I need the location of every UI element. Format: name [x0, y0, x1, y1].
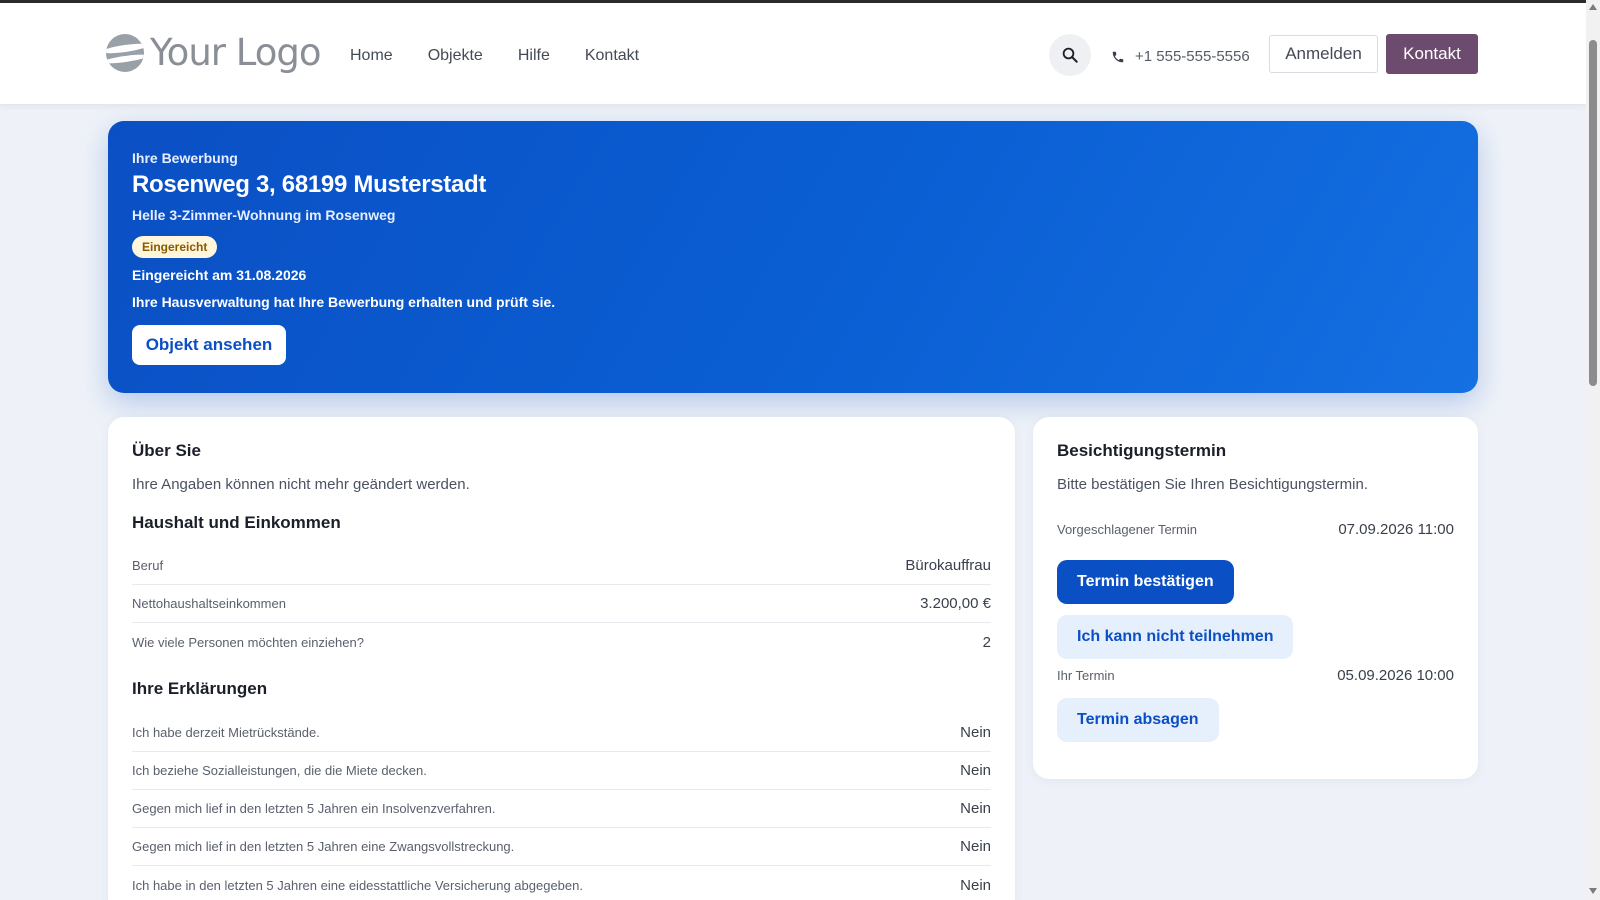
row-label: Beruf: [132, 558, 164, 573]
row-value: Nein: [960, 876, 991, 894]
decline-appointment-button[interactable]: Ich kann nicht teilnehmen: [1057, 615, 1294, 659]
hero-eyebrow: Ihre Bewerbung: [132, 150, 238, 166]
contact-button[interactable]: Kontakt: [1386, 34, 1478, 74]
site-header: Your Logo Home Objekte Hilfe Kontakt +1 …: [0, 3, 1586, 105]
confirm-appointment-button[interactable]: Termin bestätigen: [1057, 560, 1234, 604]
row-value: Nein: [960, 838, 991, 855]
row-label: Gegen mich lief in den letzten 5 Jahren …: [132, 801, 496, 816]
row-value: Nein: [960, 762, 991, 779]
nav-item-kontakt[interactable]: Kontakt: [585, 47, 639, 65]
row-value: Bürokauffrau: [905, 557, 991, 574]
scroll-up-icon[interactable]: [1589, 4, 1597, 10]
viewing-description: Bitte bestätigen Sie Ihren Besichtigungs…: [1057, 476, 1369, 493]
about-card: Über Sie Ihre Angaben können nicht mehr …: [108, 417, 1015, 900]
property-subtitle: Helle 3-Zimmer-Wohnung im Rosenweg: [132, 207, 396, 223]
row-value: 2: [982, 633, 991, 651]
table-row: Wie viele Personen möchten einziehen? 2: [132, 623, 991, 661]
nav-item-home[interactable]: Home: [350, 47, 393, 65]
phone-icon: [1112, 51, 1124, 62]
table-row: Nettohaushaltseinkommen 3.200,00 €: [132, 585, 991, 623]
viewing-title: Besichtigungstermin: [1057, 441, 1227, 460]
table-row: Ich beziehe Sozialleistungen, die die Mi…: [132, 752, 991, 790]
login-button[interactable]: Anmelden: [1269, 35, 1378, 73]
row-label: Gegen mich lief in den letzten 5 Jahren …: [132, 839, 515, 854]
nav-item-hilfe[interactable]: Hilfe: [518, 47, 550, 65]
property-address: Rosenweg 3, 68199 Musterstadt: [132, 171, 487, 198]
scrollbar-thumb[interactable]: [1589, 40, 1597, 386]
row-value: Nein: [960, 800, 991, 817]
cancel-appointment-button[interactable]: Termin absagen: [1057, 698, 1219, 742]
table-row: Gegen mich lief in den letzten 5 Jahren …: [132, 790, 991, 828]
row-label: Ich beziehe Sozialleistungen, die die Mi…: [132, 763, 427, 778]
logo-mark-icon: [106, 33, 144, 72]
proposed-appointment: Vorgeschlagener Termin 07.09.2026 11:00: [1057, 521, 1454, 538]
logo-text: Your Logo: [150, 31, 321, 74]
application-hero: Ihre Bewerbung Rosenweg 3, 68199 Musters…: [108, 121, 1478, 393]
status-badge: Eingereicht: [132, 236, 218, 258]
viewing-card: Besichtigungstermin Bitte bestätigen Sie…: [1033, 417, 1478, 779]
nav-item-objekte[interactable]: Objekte: [428, 47, 483, 65]
view-property-button[interactable]: Objekt ansehen: [132, 325, 286, 365]
row-value: 3.200,00 €: [920, 595, 991, 612]
table-row: Ich habe derzeit Mietrückstände. Nein: [132, 714, 991, 752]
main-nav: Home Objekte Hilfe Kontakt: [350, 47, 639, 65]
your-appointment-value: 05.09.2026 10:00: [1337, 667, 1454, 684]
table-row: Ich habe in den letzten 5 Jahren eine ei…: [132, 866, 991, 900]
proposed-value: 07.09.2026 11:00: [1338, 521, 1454, 538]
logo[interactable]: Your Logo: [106, 31, 321, 74]
search-icon: [1062, 47, 1078, 63]
row-label: Ich habe derzeit Mietrückstände.: [132, 725, 320, 740]
proposed-label: Vorgeschlagener Termin: [1057, 522, 1197, 537]
status-info: Ihre Hausverwaltung hat Ihre Bewerbung e…: [132, 294, 556, 310]
declarations-title: Ihre Erklärungen: [132, 679, 268, 698]
your-appointment-label: Ihr Termin: [1057, 668, 1115, 683]
row-value: Nein: [960, 724, 991, 741]
scroll-down-icon[interactable]: [1589, 888, 1597, 894]
search-button[interactable]: [1049, 34, 1091, 76]
submitted-date: Eingereicht am 31.08.2026: [132, 267, 307, 283]
household-title: Haushalt und Einkommen: [132, 513, 341, 532]
table-row: Beruf Bürokauffrau: [132, 547, 991, 585]
page-scrollbar[interactable]: [1586, 0, 1600, 900]
row-label: Nettohaushaltseinkommen: [132, 596, 286, 611]
table-row: Gegen mich lief in den letzten 5 Jahren …: [132, 828, 991, 866]
phone-number: +1 555-555-5556: [1135, 48, 1250, 65]
row-label: Ich habe in den letzten 5 Jahren eine ei…: [132, 877, 583, 893]
about-title: Über Sie: [132, 441, 201, 460]
phone-contact[interactable]: +1 555-555-5556: [1111, 48, 1250, 65]
about-description: Ihre Angaben können nicht mehr geändert …: [132, 476, 470, 493]
your-appointment: Ihr Termin 05.09.2026 10:00: [1057, 667, 1454, 684]
row-label: Wie viele Personen möchten einziehen?: [132, 634, 364, 650]
